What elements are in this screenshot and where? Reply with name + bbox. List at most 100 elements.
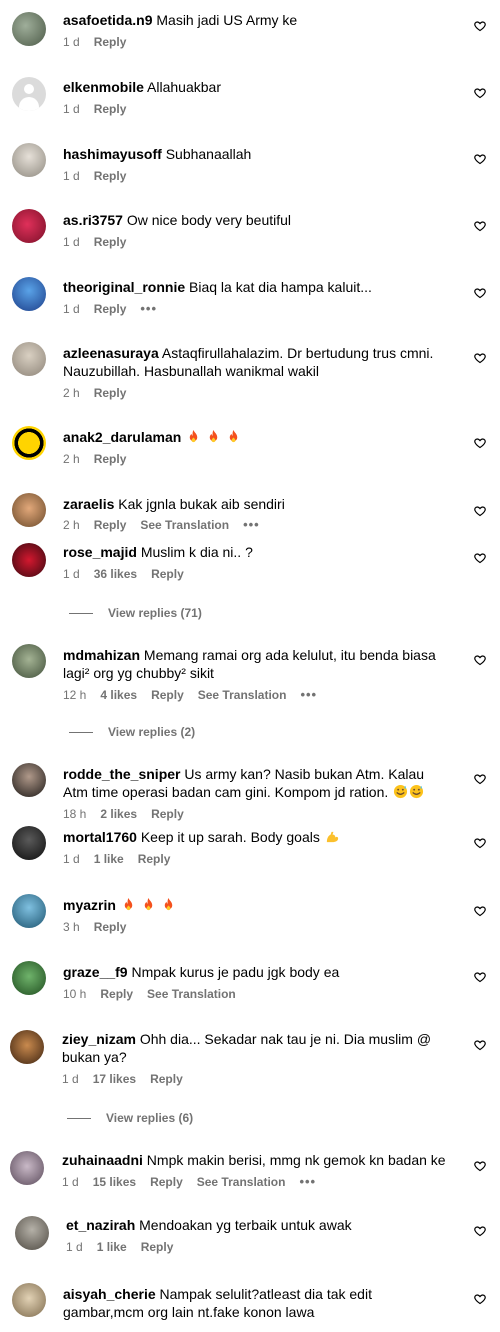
more-options-icon[interactable]: •••: [299, 1174, 316, 1189]
avatar[interactable]: [12, 143, 46, 177]
view-replies-button[interactable]: View replies (2): [0, 723, 500, 741]
like-heart-icon[interactable]: [474, 20, 486, 32]
reply-button[interactable]: Reply: [94, 518, 127, 532]
comment-username[interactable]: anak2_darulaman: [63, 429, 181, 445]
avatar[interactable]: [12, 543, 46, 577]
comment-time: 1 d: [63, 235, 80, 249]
like-heart-icon[interactable]: [474, 654, 486, 666]
comment-username[interactable]: zaraelis: [63, 496, 114, 512]
avatar[interactable]: [12, 644, 46, 678]
like-heart-icon[interactable]: [474, 1160, 486, 1172]
like-heart-icon[interactable]: [474, 837, 486, 849]
reply-button[interactable]: Reply: [151, 807, 184, 821]
comment-username[interactable]: ziey_nizam: [62, 1031, 136, 1047]
comment-username[interactable]: rose_majid: [63, 544, 137, 560]
comment-username[interactable]: rodde_the_sniper: [63, 766, 180, 782]
like-heart-icon[interactable]: [474, 1225, 486, 1237]
more-options-icon[interactable]: •••: [300, 687, 317, 702]
reply-button[interactable]: Reply: [150, 1072, 183, 1086]
see-translation-button[interactable]: See Translation: [147, 987, 236, 1001]
reply-button[interactable]: Reply: [94, 35, 127, 49]
comment-text: Biaq la kat dia hampa kaluit...: [189, 279, 372, 295]
comment-username[interactable]: hashimayusoff: [63, 146, 162, 162]
view-replies-button[interactable]: View replies (71): [0, 604, 500, 622]
reply-button[interactable]: Reply: [94, 920, 127, 934]
comment-username[interactable]: elkenmobile: [63, 79, 144, 95]
comment-username[interactable]: mdmahizan: [63, 647, 140, 663]
view-replies-label[interactable]: View replies (2): [108, 723, 195, 741]
like-heart-icon[interactable]: [474, 773, 486, 785]
view-replies-label[interactable]: View replies (71): [108, 604, 202, 622]
reply-button[interactable]: Reply: [138, 852, 171, 866]
comment-username[interactable]: azleenasuraya: [63, 345, 159, 361]
like-count[interactable]: 1 like: [94, 852, 124, 866]
avatar[interactable]: [12, 493, 46, 527]
like-count[interactable]: 15 likes: [93, 1175, 136, 1189]
like-heart-icon[interactable]: [474, 1039, 486, 1051]
avatar[interactable]: [12, 826, 46, 860]
view-replies-label[interactable]: View replies (6): [106, 1109, 193, 1127]
avatar[interactable]: [15, 1216, 49, 1250]
comment-username[interactable]: myazrin: [63, 897, 116, 913]
comment-username[interactable]: zuhainaadni: [62, 1152, 143, 1168]
avatar[interactable]: [10, 1030, 44, 1064]
reply-button[interactable]: Reply: [94, 452, 127, 466]
comment-username[interactable]: asafoetida.n9: [63, 12, 152, 28]
reply-button[interactable]: Reply: [94, 386, 127, 400]
like-heart-icon[interactable]: [474, 437, 486, 449]
like-heart-icon[interactable]: [474, 220, 486, 232]
avatar[interactable]: [12, 209, 46, 243]
reply-button[interactable]: Reply: [141, 1240, 174, 1254]
like-heart-icon[interactable]: [474, 87, 486, 99]
like-count[interactable]: 4 likes: [100, 688, 137, 702]
avatar[interactable]: [12, 426, 46, 460]
avatar[interactable]: [10, 1151, 44, 1185]
like-count[interactable]: 2 likes: [100, 807, 137, 821]
reply-button[interactable]: Reply: [151, 567, 184, 581]
comment-username[interactable]: et_nazirah: [66, 1217, 135, 1233]
see-translation-button[interactable]: See Translation: [198, 688, 287, 702]
like-heart-icon[interactable]: [474, 505, 486, 517]
see-translation-button[interactable]: See Translation: [197, 1175, 286, 1189]
view-replies-button[interactable]: View replies (6): [0, 1109, 500, 1127]
avatar[interactable]: [12, 961, 46, 995]
avatar[interactable]: [12, 1283, 46, 1317]
like-heart-icon[interactable]: [474, 552, 486, 564]
comment-username[interactable]: as.ri3757: [63, 212, 123, 228]
more-options-icon[interactable]: •••: [140, 301, 157, 316]
avatar[interactable]: [12, 77, 46, 111]
like-heart-icon[interactable]: [474, 905, 486, 917]
reply-button[interactable]: Reply: [94, 169, 127, 183]
reply-button[interactable]: Reply: [100, 987, 133, 1001]
see-translation-button[interactable]: See Translation: [140, 518, 229, 532]
reply-button[interactable]: Reply: [150, 1175, 183, 1189]
like-heart-icon[interactable]: [474, 1293, 486, 1305]
flexed-biceps-emoji-icon: [326, 831, 338, 843]
fire-emoji-icon: [144, 897, 152, 911]
avatar[interactable]: [12, 894, 46, 928]
fire-emoji-icon: [164, 897, 172, 911]
reply-button[interactable]: Reply: [94, 235, 127, 249]
comment-username[interactable]: mortal1760: [63, 829, 137, 845]
like-heart-icon[interactable]: [474, 352, 486, 364]
comment-username[interactable]: graze__f9: [63, 964, 128, 980]
avatar[interactable]: [12, 12, 46, 46]
like-count[interactable]: 17 likes: [93, 1072, 136, 1086]
reply-button[interactable]: Reply: [94, 302, 127, 316]
like-count[interactable]: 1 like: [97, 1240, 127, 1254]
like-heart-icon[interactable]: [474, 153, 486, 165]
comment-time: 2 h: [63, 386, 80, 400]
like-heart-icon[interactable]: [474, 971, 486, 983]
reply-button[interactable]: Reply: [151, 688, 184, 702]
more-options-icon[interactable]: •••: [243, 517, 260, 532]
avatar[interactable]: [12, 763, 46, 797]
avatar[interactable]: [12, 342, 46, 376]
avatar[interactable]: [12, 277, 46, 311]
default-avatar-icon: [24, 84, 34, 94]
comment-username[interactable]: aisyah_cherie: [63, 1286, 156, 1302]
comment-username[interactable]: theoriginal_ronnie: [63, 279, 185, 295]
fire-emoji-icon: [124, 897, 133, 911]
like-heart-icon[interactable]: [474, 287, 486, 299]
like-count[interactable]: 36 likes: [94, 567, 137, 581]
reply-button[interactable]: Reply: [94, 102, 127, 116]
